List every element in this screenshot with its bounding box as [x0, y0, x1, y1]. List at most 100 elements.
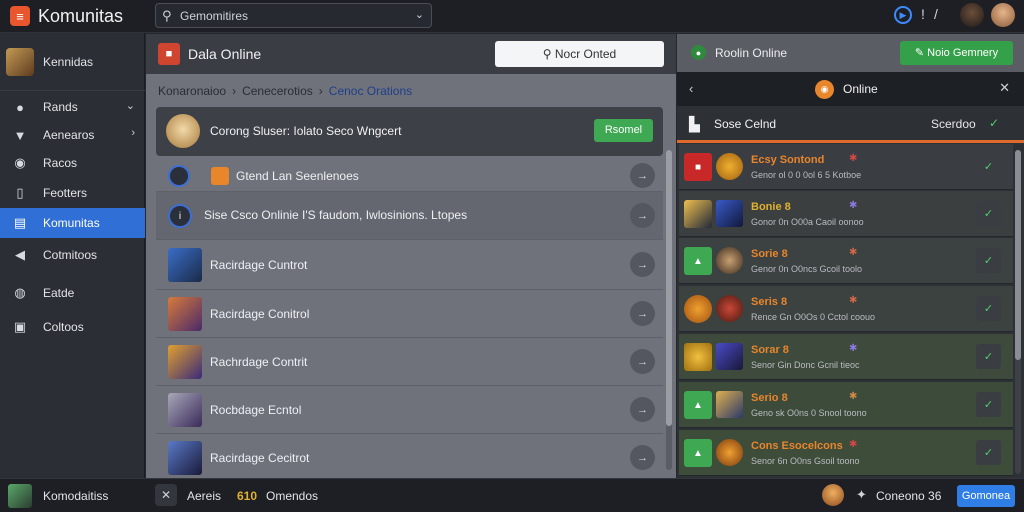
arrow-right-icon[interactable]: → — [630, 445, 655, 470]
game-icon: ▲ — [684, 439, 712, 467]
game-avatar — [716, 391, 743, 418]
arrow-right-icon[interactable]: → — [630, 203, 655, 228]
shield-icon: ▼ — [13, 127, 27, 143]
user-name: Komodaitiss — [43, 489, 109, 503]
list-item[interactable]: Seris 8 Rence Gn O0Os 0 Cctol coouo ✱ ✓ — [679, 286, 1013, 332]
arrow-right-icon[interactable]: → — [630, 163, 655, 188]
check-icon[interactable]: ✓ — [976, 201, 1001, 226]
footer-action-button[interactable]: Gomonea — [957, 485, 1015, 507]
sidebar-profile[interactable]: Kennidas — [0, 33, 145, 91]
arrow-right-icon[interactable]: → — [630, 397, 655, 422]
arrow-right-icon[interactable]: → — [630, 252, 655, 277]
app-title: Komunitas — [38, 6, 124, 26]
sidebar-item-coltoos[interactable]: ▣ Coltoos — [0, 312, 145, 342]
card-subtitle: Geno sk O0ns 0 Snool toono — [751, 408, 867, 418]
game-avatar — [716, 439, 743, 466]
game-avatar — [716, 343, 743, 370]
chat-icon: ▣ — [13, 319, 27, 334]
thumbnail — [168, 441, 202, 475]
thumbnail — [168, 297, 202, 331]
right-subheader: ▙ Sose Celnd Scerdoo ✓ — [677, 106, 1024, 143]
breadcrumb-item[interactable]: Cenecerotios — [242, 84, 313, 98]
check-icon[interactable]: ✓ — [976, 154, 1001, 179]
back-icon[interactable]: ‹ — [689, 81, 693, 96]
bug-icon: ✱ — [849, 439, 858, 450]
thumbnail — [168, 345, 202, 379]
sidebar-item-cotmitoos[interactable]: ◀ Cotmitoos — [0, 240, 145, 270]
list-item[interactable]: Racirdage Cuntrot → — [156, 240, 663, 290]
new-game-button[interactable]: ✎ Noio Gemnery — [900, 41, 1013, 65]
game-icon: ▲ — [684, 391, 712, 419]
game-icon: ■ — [684, 153, 712, 181]
new-game-button-label: Noio Gemnery — [927, 47, 999, 59]
list-item[interactable]: ▲ Serio 8 Geno sk O0ns 0 Snool toono ✱ ✓ — [679, 382, 1013, 428]
search-input[interactable]: ⚲ Gemomitires ⌄ — [155, 3, 432, 28]
list-item[interactable]: Rachrdage Contrit → — [156, 338, 663, 386]
close-icon[interactable]: ✕ — [999, 80, 1010, 96]
card-title: Serio 8 — [751, 392, 788, 404]
breadcrumb-separator: › — [318, 84, 323, 98]
coin-icon: ◉ — [14, 155, 26, 170]
list-item[interactable]: Sorar 8 Senor Gin Donc Gcnil tieoc ✱ ✓ — [679, 334, 1013, 380]
list-item[interactable]: Racirdage Cecitrot → — [156, 434, 663, 478]
arrow-right-icon[interactable]: → — [630, 301, 655, 326]
search-button[interactable]: ⚲ Nocr Onted — [495, 41, 664, 67]
app-logo-icon: ≡ — [10, 6, 30, 26]
page-title: Dala Online — [188, 46, 262, 62]
chevron-right-icon: › — [131, 127, 135, 139]
sidebar-item-feotters[interactable]: ▯ Feotters — [0, 178, 145, 208]
sidebar-item-komunitas[interactable]: ▤ Komunitas — [0, 208, 145, 238]
list-item[interactable]: ▲ Sorie 8 Genor 0n O0ncs Gcoil toolo ✱ ✓ — [679, 238, 1013, 284]
alert-icon[interactable]: ! — [921, 6, 925, 22]
online-status-icon: ● — [691, 45, 706, 60]
list-item[interactable]: Rocbdage Ecntol → — [156, 386, 663, 434]
list-item-text: Rocbdage Ecntol — [210, 403, 302, 417]
sidebar-item-label: Aenearos — [43, 128, 95, 142]
chevron-down-icon[interactable]: ⌄ — [415, 8, 424, 21]
tools-icon[interactable]: ✕ — [155, 484, 177, 506]
check-icon[interactable]: ✓ — [976, 392, 1001, 417]
user-avatar[interactable] — [8, 484, 32, 508]
data-icon: ■ — [158, 43, 180, 65]
right-nav: ‹ ◉ Online ✕ — [677, 72, 1024, 106]
list-item[interactable]: i Sise Csco Onlinie I'S faudom, Iwlosini… — [156, 192, 663, 240]
avatar[interactable] — [960, 3, 984, 27]
right-header-title: Roolin Online — [715, 46, 788, 60]
list-item[interactable]: Gtend Lan Seenlenoes → — [156, 160, 663, 192]
bug-icon: ✱ — [849, 200, 858, 211]
sidebar-item-rands[interactable]: ● Rands ⌄ — [0, 92, 145, 122]
check-icon[interactable]: ✓ — [976, 344, 1001, 369]
list-item[interactable]: ■ Ecsy Sontond Genor ol 0 0 0ol 6 5 Kotb… — [679, 144, 1013, 190]
sidebar-item-label: Eatde — [43, 286, 75, 300]
featured-action-button[interactable]: Rsomel — [594, 119, 653, 142]
scrollbar-thumb[interactable] — [1015, 150, 1021, 360]
game-icon: ▲ — [684, 247, 712, 275]
sidebar-item-eatde[interactable]: ◍ Eatde — [0, 278, 145, 308]
card-title: Bonie 8 — [751, 201, 791, 213]
arrow-right-icon[interactable]: → — [630, 349, 655, 374]
user-avatar[interactable] — [991, 3, 1015, 27]
right-panel: ● Roolin Online ✎ Noio Gemnery ‹ ◉ Onlin… — [677, 34, 1024, 478]
check-icon[interactable]: ✓ — [976, 440, 1001, 465]
list-item[interactable]: Bonie 8 Gonor 0n O00a Caoil oonoo ✱ ✓ — [679, 191, 1013, 237]
list-icon: ▤ — [13, 215, 27, 230]
breadcrumb-item[interactable]: Konaronaioo — [158, 84, 226, 98]
check-icon[interactable]: ✓ — [976, 296, 1001, 321]
featured-item[interactable]: Corong Sluser: Iolato Seco Wngcert Rsome… — [156, 107, 663, 156]
sidebar: Kennidas ● Rands ⌄ ▼ Aenearos › ◉ Racos … — [0, 33, 145, 478]
check-icon[interactable]: ✓ — [976, 248, 1001, 273]
friend-avatar[interactable] — [822, 484, 844, 506]
bug-icon: ✱ — [849, 391, 858, 402]
scrollbar-thumb[interactable] — [666, 150, 672, 426]
thumbnail — [168, 393, 202, 427]
help-icon[interactable]: ▶ — [894, 6, 912, 24]
list-item[interactable]: ▲ Cons Esocelcons Senor 6n O0ns Gsoil to… — [679, 430, 1013, 476]
online-badge-icon: ◉ — [815, 80, 834, 99]
circle-icon: i — [168, 204, 192, 228]
list-item[interactable]: Racirdage Conitrol → — [156, 290, 663, 338]
subheader-title: Sose Celnd — [714, 117, 777, 131]
breadcrumb-current[interactable]: Cenoc Orations — [329, 84, 412, 98]
top-bar: ≡ Komunitas ⚲ Gemomitires ⌄ ▶ ! / — [0, 0, 1024, 33]
sidebar-item-aenearos[interactable]: ▼ Aenearos › — [0, 120, 145, 150]
sidebar-item-racos[interactable]: ◉ Racos — [0, 148, 145, 178]
